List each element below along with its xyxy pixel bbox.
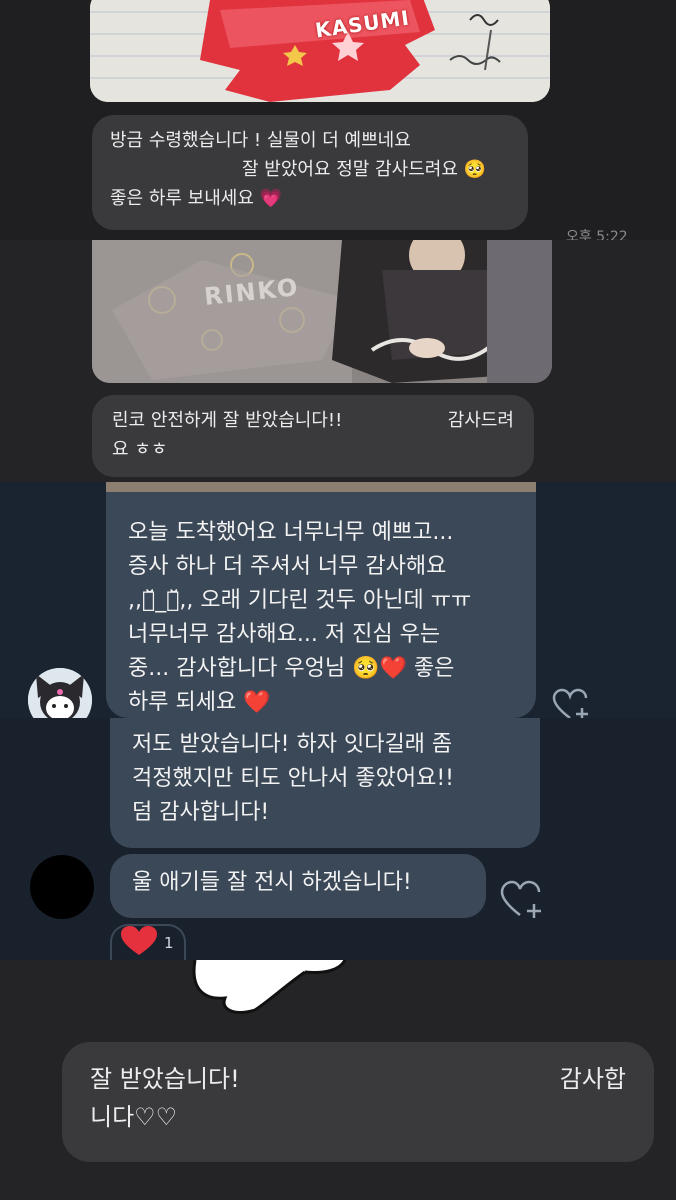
screenshot-panel-3: 오늘 도착했어요 너무너무 예쁘고... 증사 하나 더 주셔서 너무 감사해요… [0, 482, 676, 718]
kuromi-avatar-icon [28, 668, 92, 718]
message-timestamp: 오후 5:22 [566, 229, 628, 240]
screenshot-panel-1: KASUMI 방금 수령했습니다 ! 실물이 더 예쁘네요 잘 받았어요 정말 … [0, 0, 676, 240]
message-line: 요 ㅎㅎ [112, 438, 168, 460]
message-bubble-received[interactable]: 울 애기들 잘 전시 하겠습니다! [110, 854, 486, 918]
reaction-count: 1 [164, 934, 174, 952]
message-line: 좋은 하루 보내세요 💗 [110, 187, 283, 209]
message-text: 잘 받았습니다! [90, 1065, 240, 1093]
screenshot-panel-4: 저도 받았습니다! 하자 잇다길래 좀 걱정했지만 티도 안나서 좋았어요!! … [0, 718, 676, 960]
message-bubble-received[interactable]: 잘 받았습니다! 감사합 니다♡♡ [62, 1042, 654, 1162]
kuromi-avatar[interactable] [28, 668, 92, 718]
message-line: 하루 되세요 ❤️ [128, 690, 271, 716]
message-line: 중... 감사합니다 우엉님 🥺❤️ 좋은 [128, 656, 455, 682]
message-line: 저도 받았습니다! 하자 잇다길래 좀 [132, 732, 453, 757]
message-line: 걱정했지만 티도 안나서 좋았어요!! [132, 766, 454, 792]
message-line: 덤 감사합니다! [132, 800, 270, 826]
message-line: 증사 하나 더 주셔서 너무 감사해요 [128, 554, 447, 580]
message-bubble-received[interactable]: 방금 수령했습니다 ! 실물이 더 예쁘네요 잘 받았어요 정말 감사드려요 🥺… [92, 115, 528, 230]
heart-icon [120, 926, 158, 960]
message-bubble-received[interactable]: 저도 받았습니다! 하자 잇다길래 좀 걱정했지만 티도 안나서 좋았어요!! … [110, 718, 540, 848]
message-line: 너무너무 감사해요... 저 진심 우는 [128, 622, 441, 648]
kasumi-photo-illustration [90, 0, 550, 102]
avatar[interactable] [30, 855, 94, 919]
heart-reaction-badge[interactable]: 1 [110, 924, 186, 960]
message-line: 잘 받았어요 정말 감사드려요 🥺 [242, 158, 487, 180]
add-reaction-heart-icon[interactable] [552, 688, 592, 718]
kasumi-keychain-photo[interactable]: KASUMI [90, 0, 550, 102]
screenshot-panel-5: 잘 받았습니다! 감사합 니다♡♡ [0, 960, 676, 1200]
message-bubble-received[interactable]: 오늘 도착했어요 너무너무 예쁘고... 증사 하나 더 주셔서 너무 감사해요… [106, 482, 536, 718]
message-line: 잘 받았습니다! 감사합 [90, 1060, 626, 1098]
add-reaction-heart-icon[interactable] [500, 880, 546, 924]
message-line: 니다♡♡ [90, 1103, 178, 1132]
message-line: 방금 수령했습니다 ! 실물이 더 예쁘네요 [110, 130, 411, 151]
message-text: 린코 안전하게 잘 받았습니다!! [112, 410, 343, 431]
rinko-keychain-photo[interactable]: RINKO [92, 240, 552, 383]
screenshot-panel-2: RINKO 린코 안전하게 잘 받았습니다!! 감사드려 요 ㅎㅎ [0, 240, 676, 482]
message-text: 감사드려 [447, 410, 514, 431]
message-bubble-received[interactable]: 린코 안전하게 잘 받았습니다!! 감사드려 요 ㅎㅎ [92, 395, 534, 477]
message-line: 오늘 도착했어요 너무너무 예쁘고... [128, 520, 454, 545]
message-line: ,,ㅎ̆̈_ㅎ̆̈,, 오래 기다린 것두 아닌데 ㅠㅠ [128, 588, 472, 614]
message-line: 린코 안전하게 잘 받았습니다!! 감사드려 [112, 407, 514, 436]
sticker-image [175, 960, 355, 1020]
message-line: 울 애기들 잘 전시 하겠습니다! [132, 870, 412, 895]
rinko-photo-illustration [92, 240, 552, 383]
message-text: 감사합 [559, 1065, 626, 1093]
